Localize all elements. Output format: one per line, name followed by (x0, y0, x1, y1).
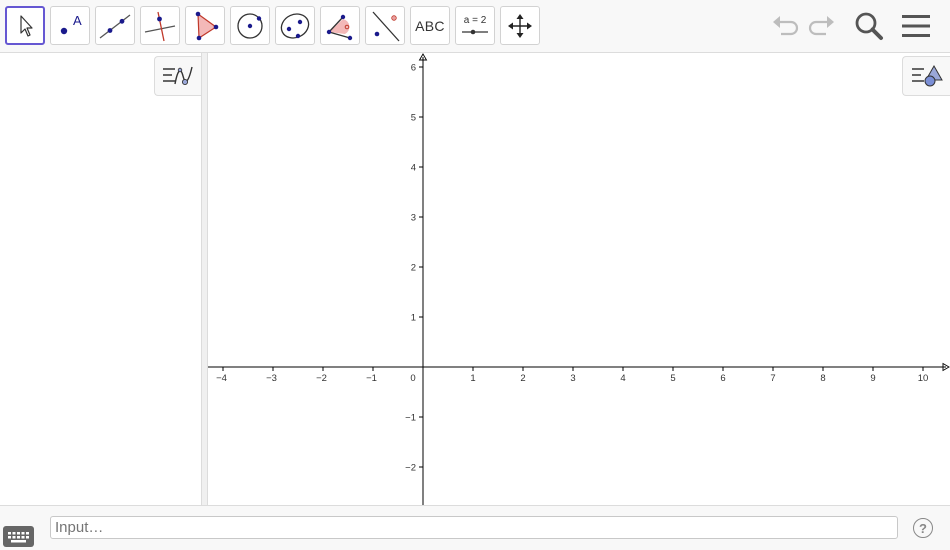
origin-label: 0 (410, 373, 415, 384)
move-view-icon (508, 13, 532, 38)
tool-text[interactable]: ABC (410, 6, 450, 45)
tool-slider[interactable]: a = 2 (455, 6, 495, 45)
slider-icon-label: a = 2 (464, 15, 487, 26)
x-tick-label: 9 (870, 373, 875, 384)
x-tick-label: 4 (620, 373, 625, 384)
slider-icon: a = 2 (462, 15, 488, 34)
x-tick-label: 2 (520, 373, 525, 384)
polygon-icon (195, 11, 219, 40)
point-icon: A (60, 13, 82, 34)
text-icon: ABC (415, 17, 445, 34)
menu-icon (902, 15, 930, 37)
redo-button[interactable] (804, 8, 840, 44)
x-tick-label: 10 (918, 373, 929, 384)
tool-circle[interactable] (230, 6, 270, 45)
line-icon (99, 13, 131, 39)
x-tick-label: 7 (770, 373, 775, 384)
search-button[interactable] (851, 8, 887, 44)
x-tick-label: 1 (470, 373, 475, 384)
undo-button[interactable] (767, 8, 803, 44)
graphics-view[interactable]: −4 −3 −2 −1 1 2 3 4 5 6 7 8 9 10 6 5 4 3 2 1 −1 −2 0 (208, 53, 950, 505)
circle-icon (237, 12, 263, 39)
tool-ellipse[interactable] (275, 6, 315, 45)
tool-line[interactable] (95, 6, 135, 45)
tool-polygon[interactable] (185, 6, 225, 45)
algebra-view[interactable] (0, 53, 201, 505)
tool-perpendicular-line[interactable] (140, 6, 180, 45)
tool-point[interactable]: A (50, 6, 90, 45)
tool-move[interactable] (5, 6, 45, 45)
x-tick-label: −2 (316, 373, 327, 384)
x-tick-label: −1 (366, 373, 377, 384)
tool-reflect[interactable] (365, 6, 405, 45)
reflect-icon (372, 11, 400, 41)
y-tick-label: 3 (411, 213, 416, 224)
y-tick-label: 2 (411, 263, 416, 274)
tool-move-graphics-view[interactable] (500, 6, 540, 45)
x-tick-label: 5 (670, 373, 675, 384)
geogebra-app: A ABC a = 2 −4 −3 −2 −1 1 2 3 4 5 6 7 8 … (0, 0, 950, 550)
y-tick-label: 4 (411, 163, 416, 174)
keyboard-button[interactable] (3, 526, 34, 547)
input-bar: ? (0, 505, 950, 550)
graphics-style-icon (911, 64, 943, 87)
graphics-style-bar-toggle[interactable] (902, 56, 950, 96)
algebra-style-bar-toggle[interactable] (154, 56, 201, 96)
undo-icon (773, 16, 799, 36)
y-ticks: 6 5 4 3 2 1 −1 −2 (405, 63, 423, 474)
x-ticks: −4 −3 −2 −1 1 2 3 4 5 6 7 8 9 10 (216, 367, 928, 384)
y-tick-label: −2 (405, 463, 416, 474)
redo-icon (808, 16, 834, 36)
algebra-style-icon (163, 66, 193, 86)
y-tick-label: −1 (405, 413, 416, 424)
x-tick-label: 3 (570, 373, 575, 384)
perpendicular-line-icon (144, 11, 176, 41)
angle-icon (326, 14, 353, 40)
search-icon (855, 12, 883, 40)
coordinate-plane[interactable]: −4 −3 −2 −1 1 2 3 4 5 6 7 8 9 10 6 5 4 3 2 1 −1 −2 0 (208, 53, 950, 505)
arrow-cursor-icon (20, 14, 33, 37)
svg-text:A: A (73, 13, 82, 28)
menu-button[interactable] (898, 8, 934, 44)
x-tick-label: −3 (266, 373, 277, 384)
toolbar: A ABC a = 2 (0, 0, 950, 53)
x-tick-label: −4 (216, 373, 227, 384)
y-tick-label: 1 (411, 313, 416, 324)
x-tick-label: 6 (720, 373, 725, 384)
ellipse-icon (280, 12, 310, 39)
y-tick-label: 6 (411, 63, 416, 74)
x-tick-label: 8 (820, 373, 825, 384)
help-button[interactable]: ? (913, 518, 933, 538)
algebra-input-field[interactable] (50, 516, 898, 539)
y-tick-label: 5 (411, 113, 416, 124)
tool-angle[interactable] (320, 6, 360, 45)
keyboard-icon (8, 531, 29, 542)
view-splitter[interactable] (201, 53, 208, 505)
